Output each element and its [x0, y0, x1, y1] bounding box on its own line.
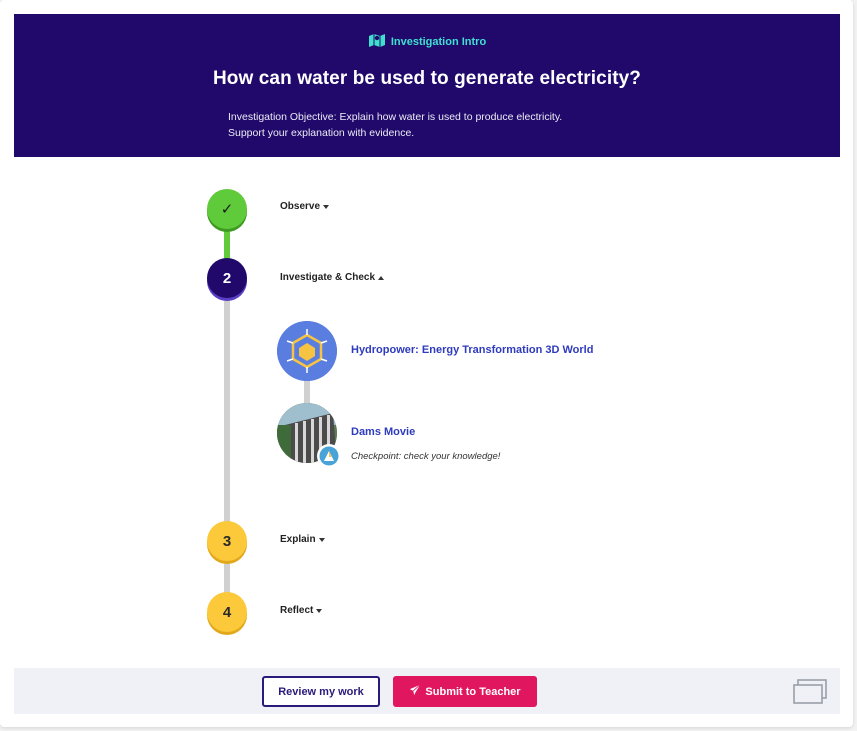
step-number: 3	[222, 532, 232, 550]
chevron-up-icon	[378, 275, 385, 280]
step-label: Observe	[280, 201, 321, 212]
step-label: Reflect	[280, 605, 314, 616]
investigation-header: Investigation Intro How can water be use…	[14, 14, 840, 157]
step-1-complete-marker: ✓	[207, 189, 247, 229]
checkmark-icon: ✓	[220, 201, 234, 218]
progress-track-upcoming	[224, 290, 230, 525]
step-4-marker: 4	[207, 592, 247, 632]
chevron-down-icon	[316, 608, 323, 613]
review-my-work-button[interactable]: Review my work	[262, 676, 380, 707]
chevron-down-icon	[318, 537, 325, 542]
page-title: How can water be used to generate electr…	[212, 68, 641, 89]
step-investigate-check[interactable]: Investigate & Check	[280, 272, 385, 283]
step-number: 4	[222, 603, 232, 621]
activity-dams-movie-link[interactable]: Dams Movie	[351, 426, 415, 438]
3d-world-icon[interactable]	[277, 321, 337, 381]
step-reflect[interactable]: Reflect	[280, 605, 323, 616]
step-3-marker: 3	[207, 521, 247, 561]
multiple-screens-icon[interactable]	[792, 678, 828, 706]
review-button-label: Review my work	[278, 685, 364, 698]
step-label: Explain	[280, 534, 316, 545]
step-2-marker: 2	[207, 258, 247, 298]
investigation-tag: Investigation Intro	[14, 32, 840, 51]
investigation-objective: Investigation Objective: Explain how wat…	[228, 109, 648, 141]
submit-to-teacher-button[interactable]: Submit to Teacher	[393, 676, 537, 707]
step-number: 2	[222, 269, 232, 287]
step-observe[interactable]: Observe	[280, 201, 330, 212]
chevron-down-icon	[323, 204, 330, 209]
checkpoint-text: Checkpoint: check your knowledge!	[351, 451, 501, 462]
paper-plane-icon	[409, 684, 421, 699]
step-label: Investigate & Check	[280, 272, 376, 283]
activity-hydropower-link[interactable]: Hydropower: Energy Transformation 3D Wor…	[351, 344, 593, 356]
checkpoint-icon	[319, 446, 339, 466]
investigation-card: Investigation Intro How can water be use…	[0, 0, 853, 727]
investigation-tag-label: Investigation Intro	[390, 35, 487, 48]
submit-button-label: Submit to Teacher	[425, 685, 521, 698]
objective-line-1: Investigation Objective: Explain how wat…	[228, 111, 563, 123]
map-icon	[368, 32, 386, 51]
checkpoint-badge	[317, 444, 341, 468]
step-explain[interactable]: Explain	[280, 534, 325, 545]
objective-line-2: Support your explanation with evidence.	[228, 127, 415, 139]
